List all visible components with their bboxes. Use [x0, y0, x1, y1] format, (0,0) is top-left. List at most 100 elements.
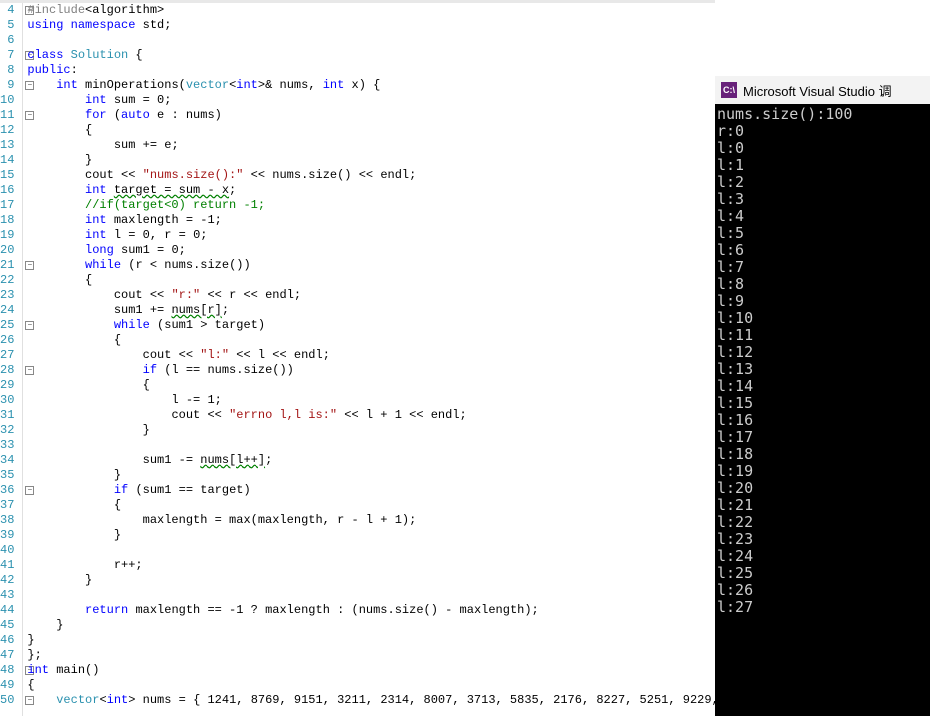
code-line[interactable]: int sum = 0;: [27, 93, 715, 108]
console-line: l:21: [717, 497, 930, 514]
code-line[interactable]: r++;: [27, 558, 715, 573]
line-number: 46: [0, 633, 14, 648]
line-number: 4: [0, 3, 14, 18]
code-line[interactable]: }: [27, 468, 715, 483]
console-line: l:3: [717, 191, 930, 208]
code-line[interactable]: cout << "nums.size():" << nums.size() <<…: [27, 168, 715, 183]
console-line: l:11: [717, 327, 930, 344]
code-line[interactable]: for (auto e : nums): [27, 108, 715, 123]
line-number: 5: [0, 18, 14, 33]
watermark-text: @51CTO博客: [845, 693, 920, 710]
code-line[interactable]: if (sum1 == target): [27, 483, 715, 498]
line-number: 48: [0, 663, 14, 678]
code-line[interactable]: {: [27, 273, 715, 288]
code-line[interactable]: return maxlength == -1 ? maxlength : (nu…: [27, 603, 715, 618]
line-number: 36: [0, 483, 14, 498]
code-line[interactable]: sum1 += nums[r];: [27, 303, 715, 318]
line-number: 8: [0, 63, 14, 78]
line-number: 25: [0, 318, 14, 333]
code-line[interactable]: long sum1 = 0;: [27, 243, 715, 258]
code-line[interactable]: {: [27, 498, 715, 513]
line-number: 43: [0, 588, 14, 603]
console-line: l:25: [717, 565, 930, 582]
code-line[interactable]: //if(target<0) return -1;: [27, 198, 715, 213]
line-number: 20: [0, 243, 14, 258]
line-number: 41: [0, 558, 14, 573]
code-area[interactable]: 4567891011121314151617181920212223242526…: [0, 3, 715, 716]
line-number: 32: [0, 423, 14, 438]
code-line[interactable]: }: [27, 153, 715, 168]
code-line[interactable]: class Solution {: [27, 48, 715, 63]
code-line[interactable]: if (l == nums.size()): [27, 363, 715, 378]
line-number: 6: [0, 33, 14, 48]
line-number-gutter: 4567891011121314151617181920212223242526…: [0, 3, 23, 716]
code-line[interactable]: {: [27, 678, 715, 693]
code-editor-pane: 4567891011121314151617181920212223242526…: [0, 0, 715, 716]
line-number: 23: [0, 288, 14, 303]
code-line[interactable]: while (sum1 > target): [27, 318, 715, 333]
code-line[interactable]: [27, 33, 715, 48]
console-line: l:14: [717, 378, 930, 395]
line-number: 14: [0, 153, 14, 168]
console-output[interactable]: nums.size():100r:0l:0l:1l:2l:3l:4l:5l:6l…: [715, 104, 930, 716]
console-line: l:24: [717, 548, 930, 565]
console-titlebar[interactable]: C:\ Microsoft Visual Studio 调: [715, 76, 930, 104]
code-line[interactable]: maxlength = max(maxlength, r - l + 1);: [27, 513, 715, 528]
code-line[interactable]: l -= 1;: [27, 393, 715, 408]
code-line[interactable]: int main(): [27, 663, 715, 678]
line-number: 35: [0, 468, 14, 483]
code-line[interactable]: {: [27, 333, 715, 348]
console-line: l:26: [717, 582, 930, 599]
console-line: l:5: [717, 225, 930, 242]
code-line[interactable]: sum1 -= nums[l++];: [27, 453, 715, 468]
console-line: nums.size():100: [717, 106, 930, 123]
code-line[interactable]: [27, 438, 715, 453]
line-number: 22: [0, 273, 14, 288]
console-line: l:1: [717, 157, 930, 174]
code-text[interactable]: #include<algorithm>using namespace std; …: [23, 3, 715, 716]
line-number: 17: [0, 198, 14, 213]
code-line[interactable]: {: [27, 123, 715, 138]
line-number: 7: [0, 48, 14, 63]
console-line: l:18: [717, 446, 930, 463]
code-line[interactable]: #include<algorithm>: [27, 3, 715, 18]
code-line[interactable]: [27, 543, 715, 558]
code-line[interactable]: cout << "l:" << l << endl;: [27, 348, 715, 363]
line-number: 34: [0, 453, 14, 468]
line-number: 28: [0, 363, 14, 378]
code-line[interactable]: }: [27, 618, 715, 633]
code-line[interactable]: sum += e;: [27, 138, 715, 153]
console-line: l:23: [717, 531, 930, 548]
line-number: 37: [0, 498, 14, 513]
code-line[interactable]: vector<int> nums = { 1241, 8769, 9151, 3…: [27, 693, 715, 708]
console-line: l:17: [717, 429, 930, 446]
console-line: l:9: [717, 293, 930, 310]
line-number: 26: [0, 333, 14, 348]
line-number: 40: [0, 543, 14, 558]
code-line[interactable]: }: [27, 528, 715, 543]
line-number: 45: [0, 618, 14, 633]
code-line[interactable]: };: [27, 648, 715, 663]
code-line[interactable]: int l = 0, r = 0;: [27, 228, 715, 243]
line-number: 19: [0, 228, 14, 243]
console-line: l:10: [717, 310, 930, 327]
code-line[interactable]: [27, 588, 715, 603]
line-number: 31: [0, 408, 14, 423]
line-number: 49: [0, 678, 14, 693]
line-number: 12: [0, 123, 14, 138]
line-number: 10: [0, 93, 14, 108]
code-line[interactable]: using namespace std;: [27, 18, 715, 33]
code-line[interactable]: {: [27, 378, 715, 393]
code-line[interactable]: }: [27, 633, 715, 648]
code-line[interactable]: int maxlength = -1;: [27, 213, 715, 228]
code-line[interactable]: }: [27, 423, 715, 438]
line-number: 44: [0, 603, 14, 618]
line-number: 29: [0, 378, 14, 393]
code-line[interactable]: int target = sum - x;: [27, 183, 715, 198]
code-line[interactable]: cout << "r:" << r << endl;: [27, 288, 715, 303]
code-line[interactable]: }: [27, 573, 715, 588]
code-line[interactable]: cout << "errno l,l is:" << l + 1 << endl…: [27, 408, 715, 423]
code-line[interactable]: int minOperations(vector<int>& nums, int…: [27, 78, 715, 93]
code-line[interactable]: public:: [27, 63, 715, 78]
code-line[interactable]: while (r < nums.size()): [27, 258, 715, 273]
